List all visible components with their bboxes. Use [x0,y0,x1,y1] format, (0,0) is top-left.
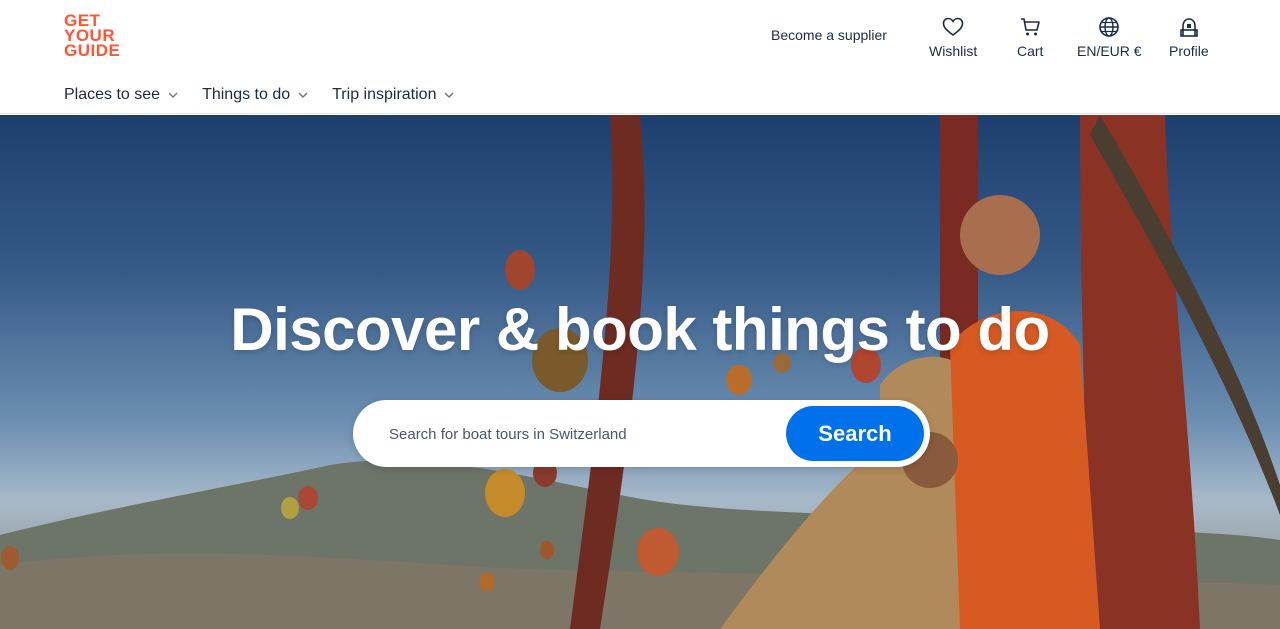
profile-icon [1176,14,1202,40]
chevron-down-icon [298,90,308,100]
nav-places-to-see-label: Places to see [64,86,161,103]
wishlist-label: Wishlist [929,43,978,59]
logo[interactable]: GET YOUR GUIDE [64,12,124,60]
nav-places-to-see[interactable]: Places to see [64,86,178,104]
site-header: GET YOUR GUIDE Become a supplier Wishlis… [0,0,1280,114]
become-supplier-link[interactable]: Become a supplier [771,27,887,43]
chevron-down-icon [444,90,454,100]
main-nav: Places to see Things to do Trip inspirat… [64,86,478,104]
logo-line-3: GUIDE [64,41,121,60]
search-button[interactable]: Search [786,406,924,461]
language-currency-button[interactable]: EN/EUR € [1077,14,1142,59]
profile-label: Profile [1169,43,1209,59]
cart-label: Cart [1017,43,1044,59]
nav-trip-inspiration-label: Trip inspiration [332,86,437,103]
cart-button[interactable]: Cart [1017,14,1043,59]
chevron-down-icon [168,90,178,100]
hero-title: Discover & book things to do [230,296,1050,363]
globe-icon [1096,14,1122,40]
wishlist-button[interactable]: Wishlist [929,14,977,59]
cart-icon [1017,14,1043,40]
nav-things-to-do-label: Things to do [202,86,291,103]
profile-button[interactable]: Profile [1169,14,1209,59]
search-input[interactable] [389,418,769,450]
search-bar: Search [353,400,930,467]
language-currency-label: EN/EUR € [1077,43,1142,59]
nav-things-to-do[interactable]: Things to do [202,86,308,104]
heart-icon [940,14,966,40]
hero-banner: Discover & book things to do Search [0,115,1280,629]
nav-trip-inspiration[interactable]: Trip inspiration [332,86,454,104]
hero-background-image [0,115,1280,629]
